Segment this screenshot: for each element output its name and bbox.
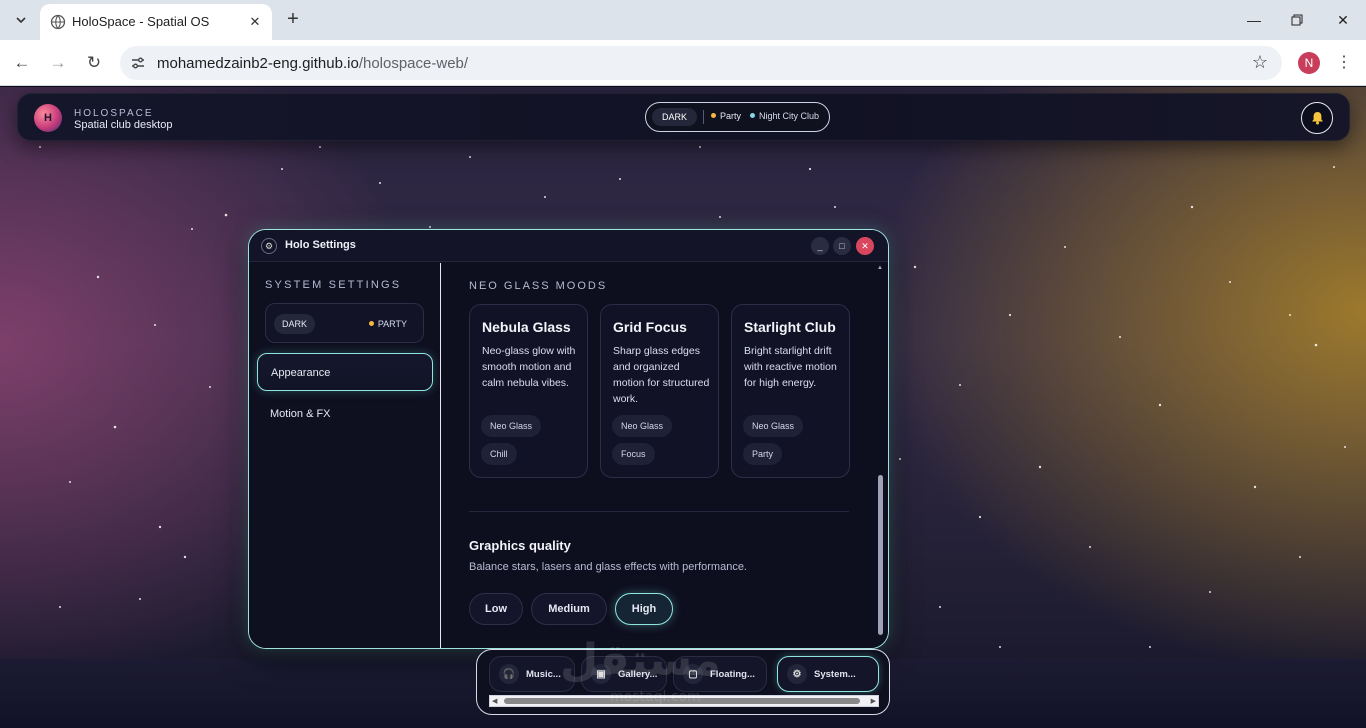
gear-icon: ⚙ <box>787 664 807 684</box>
mode-indicator[interactable]: DARK Party Night City Club <box>645 102 830 132</box>
scroll-up-arrow-icon[interactable]: ▲ <box>877 265 883 271</box>
tab-close-icon[interactable]: ✕ <box>246 13 264 31</box>
omnibox[interactable]: mohamedzainb2-eng.github.io/holospace-we… <box>120 46 1282 80</box>
graphics-quality-description: Balance stars, lasers and glass effects … <box>469 561 747 573</box>
card-description: Neo-glass glow with smooth motion and ca… <box>482 345 576 389</box>
browser-tab[interactable]: HoloSpace - Spatial OS ✕ <box>40 4 272 40</box>
address-bar: ← → ↻ mohamedzainb2-eng.github.io/holosp… <box>0 40 1366 86</box>
sidebar-party-status: PARTY <box>368 319 407 329</box>
scrollbar-thumb[interactable] <box>878 475 883 635</box>
section-divider <box>469 511 849 512</box>
quality-high-button[interactable]: High <box>615 593 673 625</box>
card-description: Sharp glass edges and organized motion f… <box>613 345 710 405</box>
party-status: Party <box>711 111 741 121</box>
card-description: Bright starlight drift with reactive mot… <box>744 345 837 389</box>
tag-chip: Chill <box>481 443 517 465</box>
quality-medium-button[interactable]: Medium <box>531 593 607 625</box>
close-window-button[interactable]: ✕ <box>856 237 874 255</box>
scroll-right-arrow-icon[interactable]: ▶ <box>871 697 876 705</box>
tag-chip: Focus <box>612 443 655 465</box>
brand-name: HOLOSPACE <box>74 108 154 119</box>
mood-card-starlight-club[interactable]: Starlight Club Bright starlight drift wi… <box>731 304 850 478</box>
settings-content: NEO GLASS MOODS Nebula Glass Neo-glass g… <box>442 263 888 648</box>
tag-chip: Neo Glass <box>481 415 542 437</box>
close-window-icon[interactable]: ✕ <box>1333 10 1353 30</box>
dock-item-system[interactable]: ⚙ System... <box>777 656 879 692</box>
tag-chip: Party <box>743 443 783 465</box>
card-title: Grid Focus <box>613 319 687 335</box>
minimize-window-button[interactable]: _ <box>811 237 829 255</box>
globe-icon <box>50 14 66 30</box>
reload-icon[interactable]: ↻ <box>83 52 105 74</box>
sidebar-mode-box: DARK PARTY <box>265 303 424 343</box>
brand-subtitle: Spatial club desktop <box>74 119 173 131</box>
mode-separator <box>703 110 704 124</box>
tag-chip: Neo Glass <box>743 415 804 437</box>
club-status: Night City Club <box>750 111 819 121</box>
holo-settings-window: ⚙ Holo Settings _ □ ✕ SYSTEM SETTINGS DA… <box>248 229 889 649</box>
tab-title: HoloSpace - Spatial OS <box>72 14 210 29</box>
gear-icon: ⚙ <box>261 238 277 254</box>
holospace-desktop: H HOLOSPACE Spatial club desktop DARK Pa… <box>0 87 1366 728</box>
maximize-window-button[interactable]: □ <box>833 237 851 255</box>
watermark-url: mostaql.com <box>610 689 701 705</box>
window-titlebar[interactable]: ⚙ Holo Settings _ □ ✕ <box>249 230 888 262</box>
tag-chip: Neo Glass <box>612 415 673 437</box>
window-title: Holo Settings <box>285 239 356 251</box>
bell-icon <box>1311 112 1323 125</box>
back-icon[interactable]: ← <box>11 52 33 74</box>
forward-icon[interactable]: → <box>47 52 69 74</box>
content-scrollbar[interactable]: ▲ <box>876 263 884 648</box>
moods-heading: NEO GLASS MOODS <box>469 280 608 292</box>
browser-tabbar: HoloSpace - Spatial OS ✕ + — ✕ <box>0 0 1366 40</box>
card-title: Starlight Club <box>744 319 836 335</box>
mood-card-nebula-glass[interactable]: Nebula Glass Neo-glass glow with smooth … <box>469 304 588 478</box>
new-tab-button[interactable]: + <box>282 8 304 30</box>
profile-avatar[interactable]: N <box>1298 52 1320 74</box>
top-bar: H HOLOSPACE Spatial club desktop DARK Pa… <box>17 93 1350 141</box>
sidebar-heading: SYSTEM SETTINGS <box>265 279 402 291</box>
url-text[interactable]: mohamedzainb2-eng.github.io/holospace-we… <box>157 55 468 72</box>
minimize-icon[interactable]: — <box>1244 10 1264 30</box>
holospace-logo[interactable]: H <box>34 104 62 132</box>
notifications-button[interactable] <box>1301 102 1333 134</box>
headphones-icon: 🎧 <box>499 664 519 684</box>
more-menu-icon[interactable]: ⋮ <box>1336 52 1352 74</box>
dark-mode-badge[interactable]: DARK <box>652 108 698 126</box>
sidebar-dark-badge[interactable]: DARK <box>274 314 316 334</box>
site-info-icon[interactable] <box>130 55 146 71</box>
card-title: Nebula Glass <box>482 319 571 335</box>
scroll-left-arrow-icon[interactable]: ◀ <box>492 697 497 705</box>
chevron-down-icon <box>16 17 26 24</box>
mood-card-grid-focus[interactable]: Grid Focus Sharp glass edges and organiz… <box>600 304 719 478</box>
graphics-quality-title: Graphics quality <box>469 538 571 553</box>
settings-sidebar: SYSTEM SETTINGS DARK PARTY Appearance Mo… <box>249 263 441 648</box>
bookmark-star-icon[interactable]: ☆ <box>1252 52 1268 73</box>
watermark-logo: مستقل <box>560 635 721 686</box>
quality-low-button[interactable]: Low <box>469 593 523 625</box>
tab-search-button[interactable] <box>8 7 34 33</box>
sidebar-item-motion-fx[interactable]: Motion & FX <box>257 395 433 433</box>
sidebar-item-appearance[interactable]: Appearance <box>257 353 433 391</box>
restore-icon[interactable] <box>1287 10 1307 30</box>
